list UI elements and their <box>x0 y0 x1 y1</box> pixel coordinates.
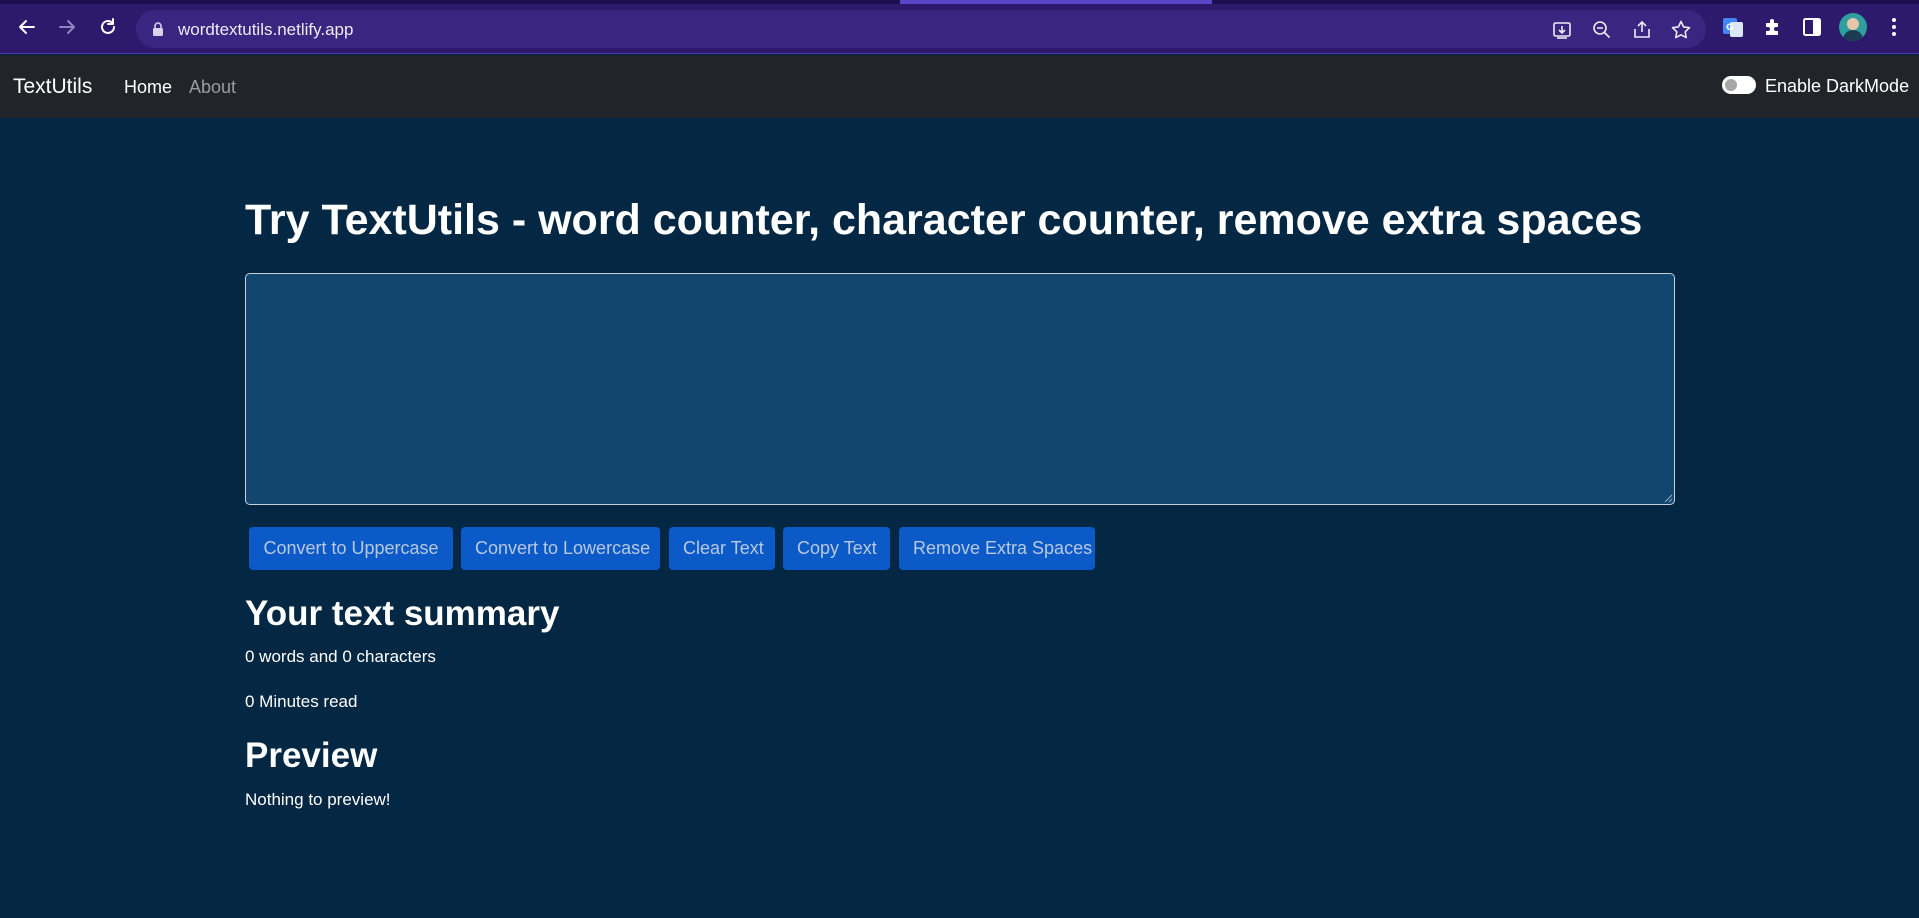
kebab-menu-icon[interactable] <box>1882 15 1906 39</box>
page-title: Try TextUtils - word counter, character … <box>245 196 1643 244</box>
remove-extra-spaces-button[interactable]: Remove Extra Spaces <box>899 527 1095 570</box>
forward-arrow-icon[interactable] <box>54 14 80 40</box>
toggle-knob <box>1725 79 1737 91</box>
brand-logo[interactable]: TextUtils <box>13 75 92 99</box>
svg-text:G: G <box>1726 23 1733 33</box>
convert-uppercase-button[interactable]: Convert to Uppercase <box>249 527 453 570</box>
nav-link-home[interactable]: Home <box>124 77 172 98</box>
site-navbar: TextUtils Home About Enable DarkMode <box>0 55 1919 118</box>
clear-text-button[interactable]: Clear Text <box>669 527 775 570</box>
word-char-count: 0 words and 0 characters <box>245 647 436 666</box>
active-tab-indicator[interactable] <box>900 0 1212 4</box>
nav-link-about[interactable]: About <box>189 77 236 98</box>
darkmode-toggle[interactable] <box>1722 76 1756 94</box>
puzzle-extension-icon[interactable] <box>1761 15 1785 39</box>
side-panel-icon[interactable] <box>1800 15 1824 39</box>
back-arrow-icon[interactable] <box>14 14 40 40</box>
browser-toolbar: wordtextutils.netlify.app G <box>0 0 1919 54</box>
translate-extension-icon[interactable]: G <box>1721 15 1745 39</box>
bookmark-star-icon[interactable] <box>1670 19 1692 41</box>
summary-heading: Your text summary <box>245 594 560 633</box>
minutes-read: 0 Minutes read <box>245 692 358 711</box>
address-bar[interactable]: wordtextutils.netlify.app <box>136 10 1706 48</box>
share-icon[interactable] <box>1631 19 1653 41</box>
reload-icon[interactable] <box>95 14 121 40</box>
preview-text: Nothing to preview! <box>245 790 391 809</box>
url-text[interactable]: wordtextutils.netlify.app <box>178 20 353 40</box>
darkmode-label[interactable]: Enable DarkMode <box>1765 76 1909 97</box>
convert-lowercase-button[interactable]: Convert to Lowercase <box>461 527 660 570</box>
tab-strip <box>0 0 1919 4</box>
lock-icon[interactable] <box>152 22 164 36</box>
preview-heading: Preview <box>245 736 378 775</box>
install-icon[interactable] <box>1551 19 1573 41</box>
text-input-area[interactable] <box>245 273 1675 505</box>
copy-text-button[interactable]: Copy Text <box>783 527 890 570</box>
zoom-out-icon[interactable] <box>1591 19 1613 41</box>
profile-avatar[interactable] <box>1839 13 1867 41</box>
resize-grip-icon[interactable] <box>1663 493 1673 503</box>
